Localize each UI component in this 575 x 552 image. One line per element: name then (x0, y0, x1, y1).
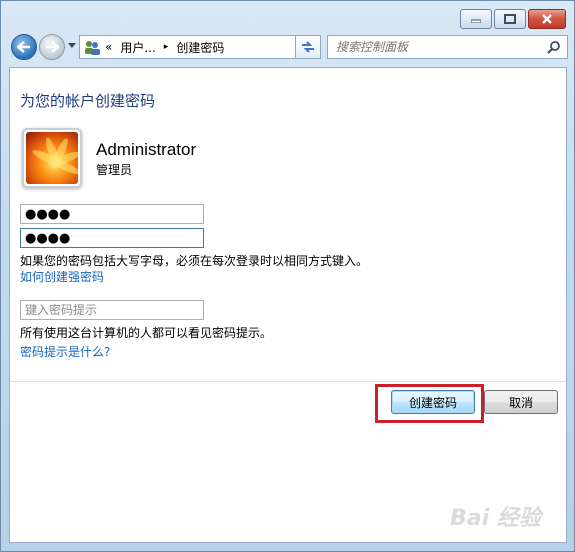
maximize-icon (504, 14, 516, 24)
caption-buttons (460, 9, 566, 29)
cancel-button[interactable]: 取消 (484, 390, 558, 414)
case-sensitivity-note: 如果您的密码包括大写字母，必须在每次登录时以相同方式键入。 (20, 254, 369, 268)
watermark: Bai 经验 (450, 506, 541, 531)
maximize-button[interactable] (494, 9, 526, 29)
avatar (22, 128, 82, 188)
flower-avatar-icon (26, 132, 78, 184)
recent-pages-dropdown-icon[interactable] (68, 43, 76, 49)
back-button[interactable] (11, 34, 37, 60)
what-is-hint-link[interactable]: 密码提示是什么? (20, 343, 110, 360)
search-input[interactable] (328, 37, 547, 57)
create-password-button[interactable]: 创建密码 (391, 390, 475, 414)
navigation-bar: « 用户... ▸ 创建密码 (9, 34, 568, 62)
minimize-button[interactable] (460, 9, 492, 29)
password-hint-field[interactable] (20, 300, 204, 320)
minimize-icon (471, 19, 481, 23)
user-name: Administrator (96, 140, 197, 159)
forward-button[interactable] (39, 34, 65, 60)
breadcrumb-create-password[interactable]: 创建密码 (172, 39, 228, 56)
user-role: 管理员 (96, 163, 133, 177)
close-icon (542, 14, 552, 24)
refresh-button[interactable] (295, 35, 321, 59)
users-icon (85, 41, 100, 55)
refresh-icon (302, 41, 314, 53)
breadcrumb-separator[interactable]: ▸ (160, 42, 173, 52)
strong-password-link[interactable]: 如何创建强密码 (20, 268, 104, 285)
back-arrow-icon (17, 41, 30, 53)
page-title: 为您的帐户创建密码 (20, 92, 156, 110)
hint-visibility-note: 所有使用这台计算机的人都可以看见密码提示。 (20, 326, 273, 340)
confirm-password-field[interactable] (20, 228, 204, 248)
new-password-field[interactable] (20, 204, 204, 224)
divider (10, 381, 566, 382)
breadcrumb-users[interactable]: 用户... (116, 39, 159, 56)
close-button[interactable] (528, 9, 566, 29)
forward-arrow-icon (46, 41, 59, 53)
search-icon[interactable] (547, 40, 561, 54)
breadcrumb-overflow[interactable]: « (101, 40, 116, 54)
main-content: 为您的帐户创建密码 Administrator 管理员 如果您的密码包 (9, 67, 567, 543)
address-bar[interactable]: « 用户... ▸ 创建密码 (79, 35, 319, 59)
control-panel-window: « 用户... ▸ 创建密码 为您的帐户创建密码 (0, 0, 575, 552)
search-box[interactable] (327, 35, 568, 59)
